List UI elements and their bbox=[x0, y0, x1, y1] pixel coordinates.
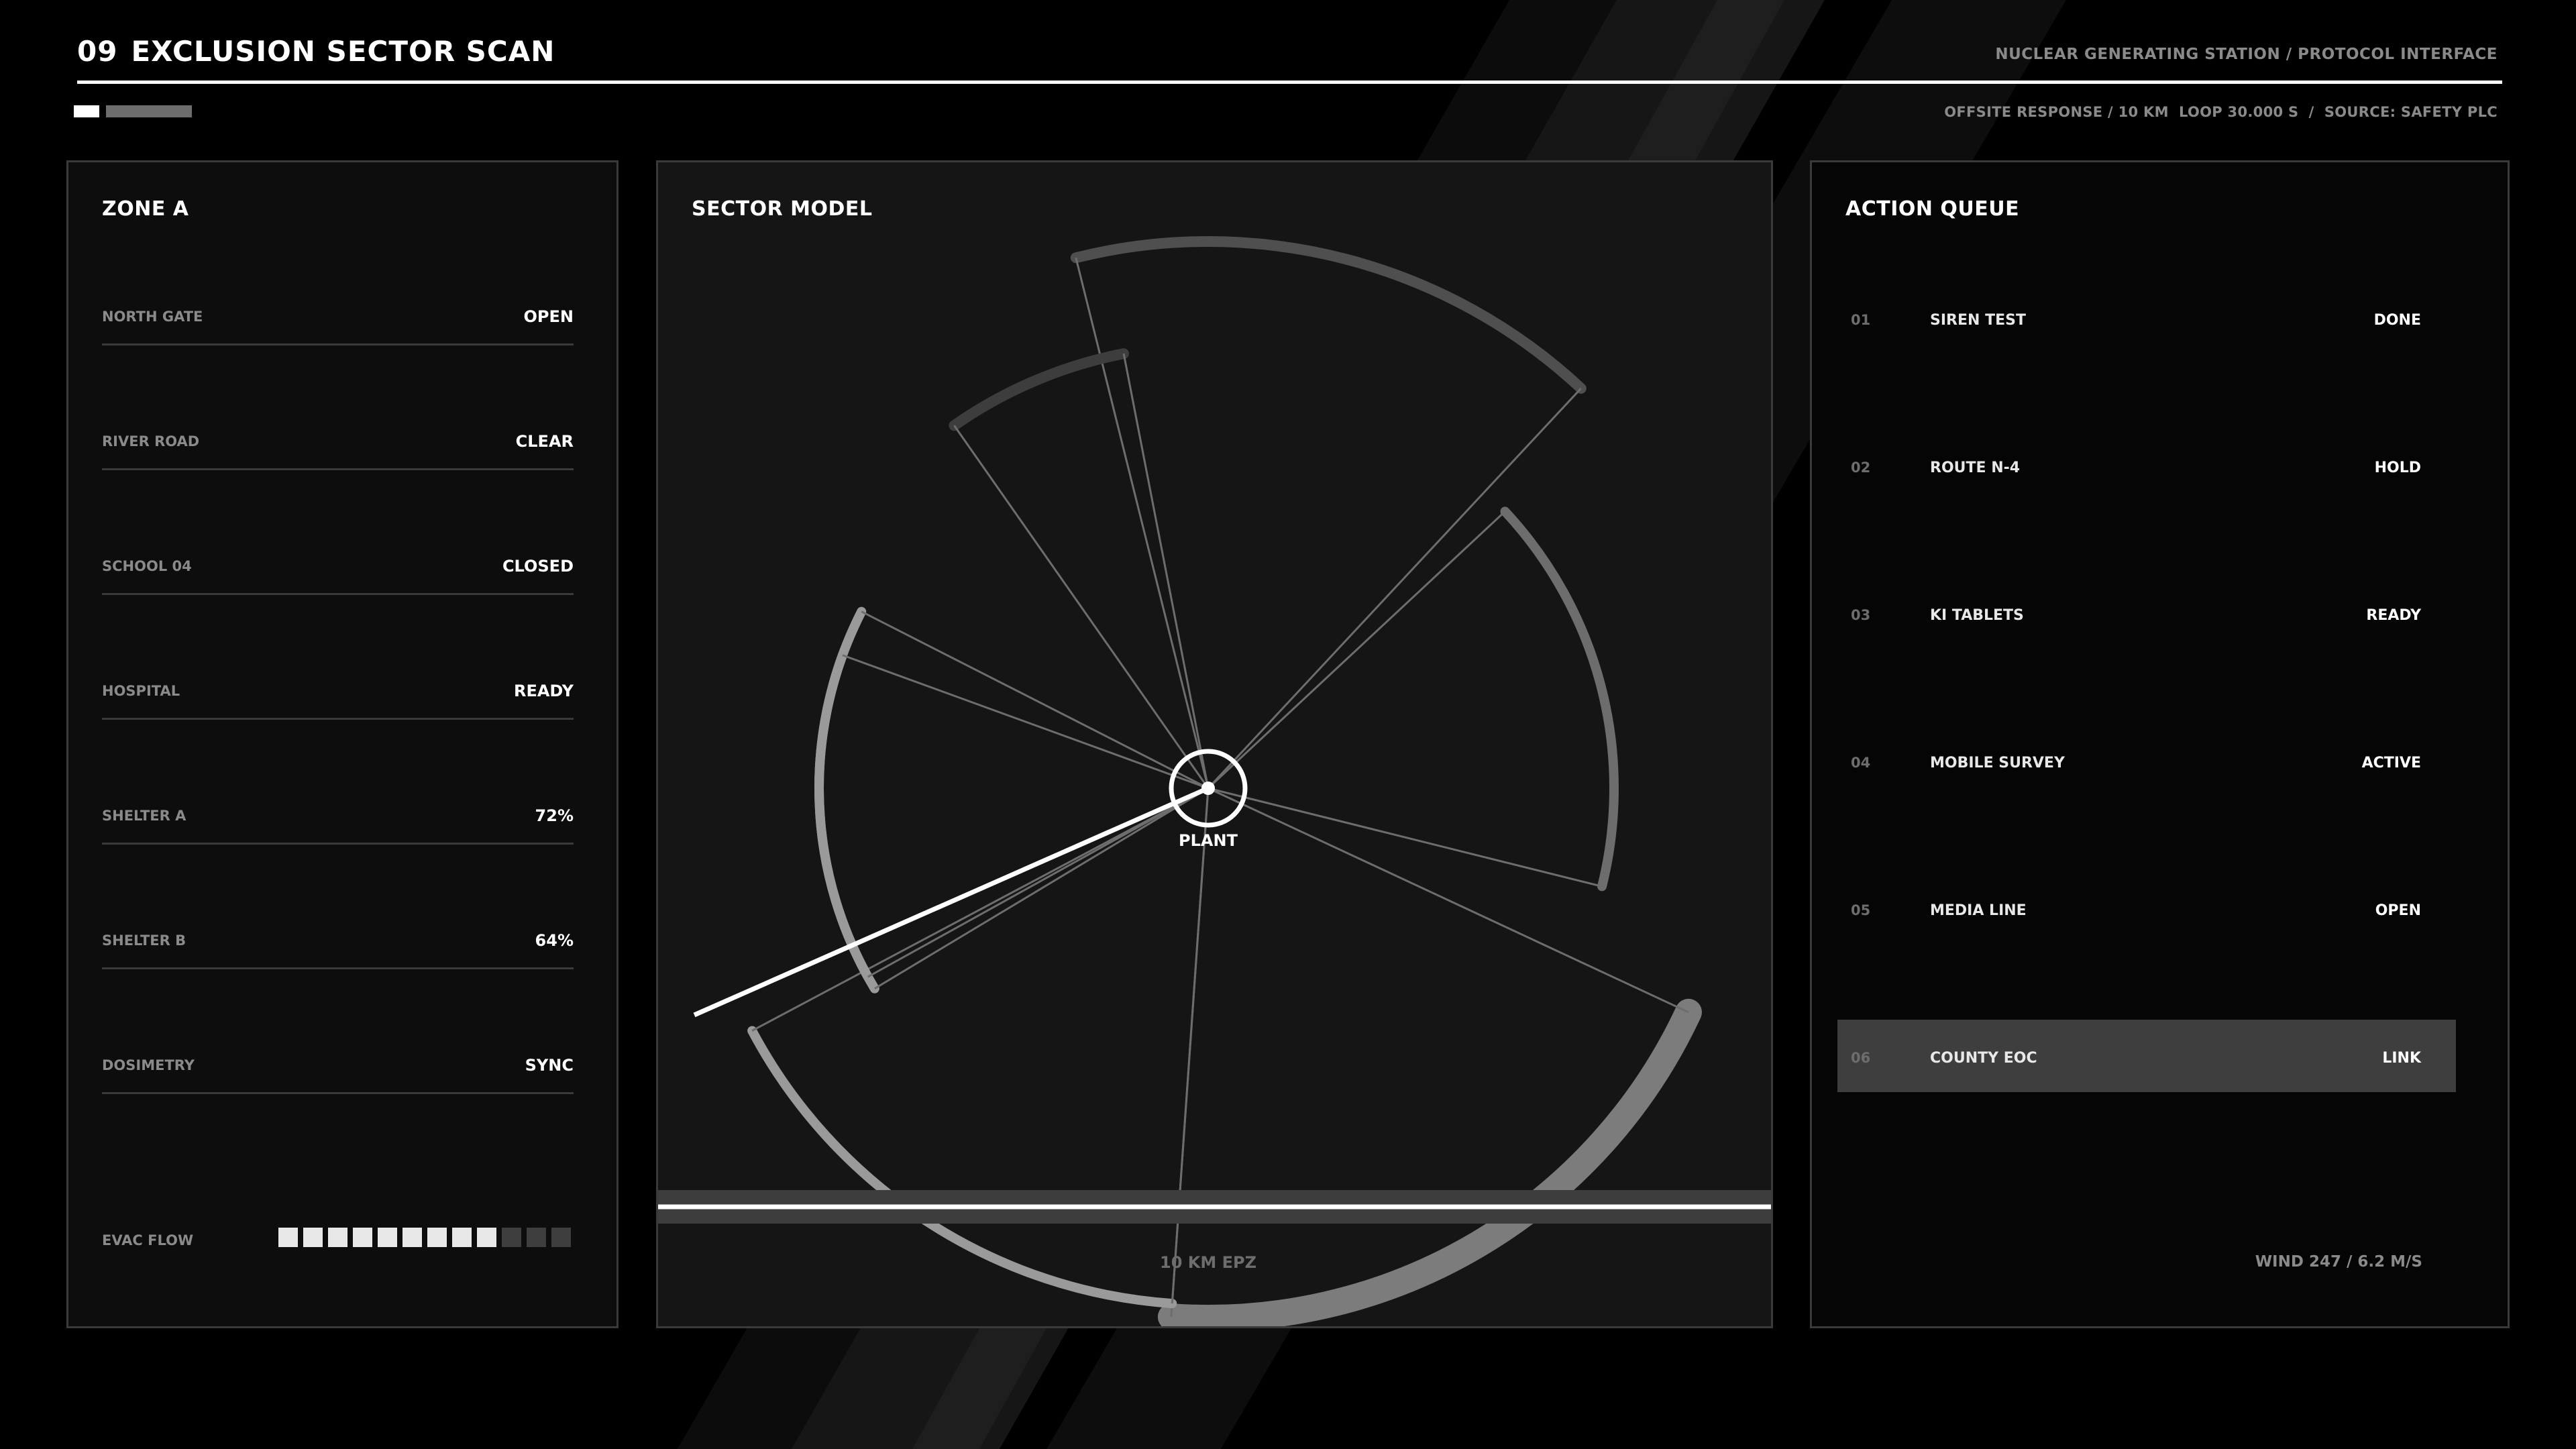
zone-panel: ZONE A NORTH GATE OPEN RIVER ROAD CLEAR SCHO… bbox=[66, 160, 619, 1328]
evac-flow-segment bbox=[303, 1228, 323, 1247]
action-queue-panel: ACTION QUEUE 01 SIREN TEST DONE 02 ROUTE N-4… bbox=[1810, 160, 2510, 1328]
action-queue-item[interactable]: 03 KI TABLETS READY bbox=[1837, 577, 2456, 649]
action-queue-item-status: HOLD bbox=[2374, 460, 2421, 476]
action-queue-item-status: OPEN bbox=[2375, 902, 2421, 919]
action-queue-item-num: 06 bbox=[1851, 1050, 1871, 1066]
action-queue-item-name: COUNTY EOC bbox=[1930, 1050, 2037, 1067]
zone-row-value: READY bbox=[513, 682, 574, 700]
sector-radial-line bbox=[1207, 511, 1506, 790]
action-queue-item-name: SIREN TEST bbox=[1930, 312, 2026, 329]
zone-panel-title: ZONE A bbox=[102, 197, 189, 221]
zone-row-label: DOSIMETRY bbox=[102, 1057, 195, 1073]
evac-flow-meter bbox=[278, 1228, 571, 1247]
action-queue-item-num: 04 bbox=[1851, 755, 1871, 771]
sector-arc bbox=[747, 1026, 1177, 1309]
evac-flow-segment bbox=[452, 1228, 472, 1247]
sector-radial-line bbox=[1208, 787, 1603, 888]
plant-label: PLANT bbox=[1179, 831, 1238, 850]
action-queue-item-status: READY bbox=[2366, 607, 2421, 624]
zone-row-label: NORTH GATE bbox=[102, 309, 203, 325]
zone-row-value: SYNC bbox=[525, 1056, 574, 1075]
zone-row[interactable]: SHELTER A 72% bbox=[102, 769, 574, 845]
sector-arc bbox=[1070, 236, 1587, 394]
sector-radial-line bbox=[861, 610, 1209, 790]
zone-row-value: OPEN bbox=[523, 307, 574, 326]
sector-panel: SECTOR MODEL PLANT 10 KM EPZ bbox=[656, 160, 1773, 1328]
action-queue-item-name: ROUTE N-4 bbox=[1930, 460, 2021, 476]
action-queue-item[interactable]: 01 SIREN TEST DONE bbox=[1837, 282, 2456, 354]
sector-arc bbox=[949, 348, 1130, 431]
zone-row[interactable]: SHELTER B 64% bbox=[102, 894, 574, 969]
zone-row-label: RIVER ROAD bbox=[102, 433, 200, 449]
sector-arc bbox=[814, 650, 873, 982]
action-queue-item-num: 01 bbox=[1851, 312, 1871, 328]
scan-sweep-line bbox=[693, 786, 1210, 1018]
evac-flow-segment bbox=[353, 1228, 372, 1247]
sector-panel-title: SECTOR MODEL bbox=[692, 197, 873, 221]
evac-flow-segment bbox=[527, 1228, 546, 1247]
header-system-label: NUCLEAR GENERATING STATION / PROTOCOL IN… bbox=[1995, 46, 2498, 63]
zone-row[interactable]: NORTH GATE OPEN bbox=[102, 270, 574, 345]
sector-radial-line bbox=[874, 787, 1209, 990]
action-queue-item-num: 02 bbox=[1851, 460, 1871, 476]
zone-row[interactable]: HOSPITAL READY bbox=[102, 644, 574, 720]
page-title: 09 EXCLUSION SECTOR SCAN bbox=[77, 35, 555, 68]
action-queue-item[interactable]: 06 COUNTY EOC LINK bbox=[1837, 1020, 2456, 1092]
evac-flow-segment bbox=[278, 1228, 298, 1247]
zone-row-value: 72% bbox=[535, 806, 574, 825]
zone-row[interactable]: DOSIMETRY SYNC bbox=[102, 1018, 574, 1094]
sector-arc bbox=[1157, 998, 1702, 1326]
sector-radial-line bbox=[1122, 353, 1210, 789]
action-queue-item-status: DONE bbox=[2373, 312, 2421, 329]
plant-dot bbox=[1201, 782, 1215, 795]
header-marker-secondary bbox=[106, 105, 192, 117]
zone-row-value: CLOSED bbox=[502, 557, 574, 576]
action-queue-title: ACTION QUEUE bbox=[1845, 197, 2020, 221]
header-divider bbox=[77, 80, 2502, 84]
zone-row-value: 64% bbox=[535, 931, 574, 950]
epz-label: 10 KM EPZ bbox=[1160, 1253, 1256, 1272]
sector-radial-line bbox=[867, 787, 1209, 978]
evac-flow-label: EVAC FLOW bbox=[102, 1232, 194, 1248]
evac-flow-segment bbox=[502, 1228, 521, 1247]
zone-row-value: CLEAR bbox=[515, 432, 574, 451]
sector-arc bbox=[1500, 506, 1619, 892]
sector-radial-line bbox=[842, 654, 1209, 790]
sector-radial-line bbox=[1075, 257, 1210, 789]
action-queue-item-status: LINK bbox=[2382, 1050, 2421, 1067]
zone-row-label: HOSPITAL bbox=[102, 683, 180, 699]
sector-radial-line bbox=[953, 425, 1210, 789]
sector-radial-line bbox=[1171, 788, 1210, 1304]
action-queue-item-name: MEDIA LINE bbox=[1930, 902, 2027, 919]
sector-wedges bbox=[747, 236, 1702, 1326]
action-queue-item-status: ACTIVE bbox=[2361, 755, 2421, 771]
evac-flow-segment bbox=[477, 1228, 496, 1247]
zone-row-label: SHELTER B bbox=[102, 932, 186, 949]
zone-row-label: SCHOOL 04 bbox=[102, 558, 192, 574]
wind-readout: WIND 247 / 6.2 M/S bbox=[2255, 1253, 2422, 1271]
zone-row[interactable]: SCHOOL 04 CLOSED bbox=[102, 519, 574, 595]
action-queue-item[interactable]: 04 MOBILE SURVEY ACTIVE bbox=[1837, 724, 2456, 797]
evac-flow-segment bbox=[427, 1228, 447, 1247]
evac-flow-segment bbox=[402, 1228, 422, 1247]
page-title-text: EXCLUSION SECTOR SCAN bbox=[131, 35, 555, 68]
action-queue-item[interactable]: 05 MEDIA LINE OPEN bbox=[1837, 872, 2456, 945]
sector-model-diagram: PLANT 10 KM EPZ bbox=[658, 236, 1771, 1326]
header-subtitle: OFFSITE RESPONSE / 10 KM LOOP 30.000 S /… bbox=[1944, 104, 2498, 120]
action-queue-item[interactable]: 02 ROUTE N-4 HOLD bbox=[1837, 429, 2456, 502]
header-marker-primary bbox=[74, 105, 99, 117]
action-queue-item-name: KI TABLETS bbox=[1930, 607, 2024, 624]
zone-row[interactable]: RIVER ROAD CLEAR bbox=[102, 394, 574, 470]
evac-flow-segment bbox=[328, 1228, 347, 1247]
zone-row-label: SHELTER A bbox=[102, 808, 186, 824]
action-queue-item-num: 05 bbox=[1851, 902, 1871, 918]
evac-flow-segment bbox=[378, 1228, 397, 1247]
action-queue-item-num: 03 bbox=[1851, 607, 1871, 623]
action-queue-item-name: MOBILE SURVEY bbox=[1930, 755, 2065, 771]
sector-radial-line bbox=[1207, 387, 1582, 790]
evac-flow-segment bbox=[551, 1228, 571, 1247]
page-number: 09 bbox=[77, 35, 118, 68]
